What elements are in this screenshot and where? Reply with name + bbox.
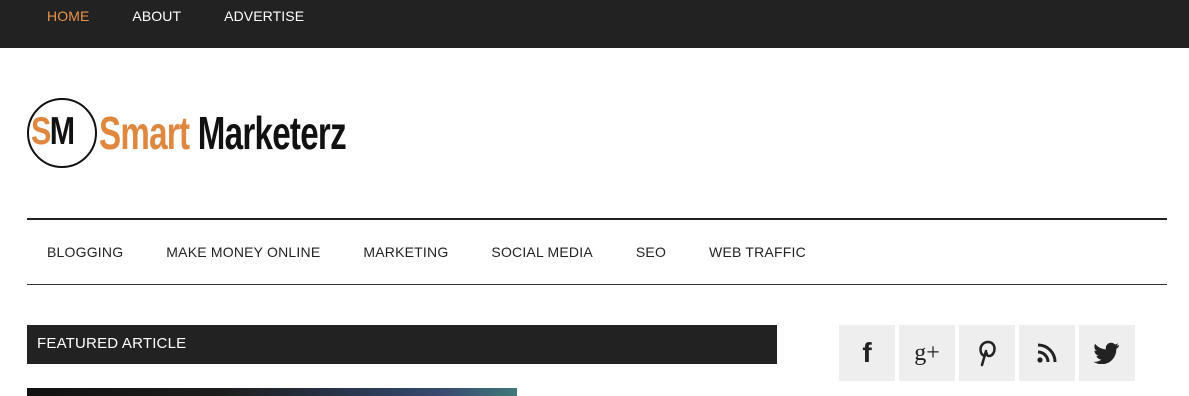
pinterest-glyph [979, 340, 996, 367]
logo-monogram: SM [31, 112, 86, 152]
main-nav-social-media[interactable]: SOCIAL MEDIA [491, 243, 592, 261]
site-logo[interactable]: SM Smart Marketerz [27, 98, 427, 168]
top-bar: HOME ABOUT ADVERTISE [0, 0, 1189, 48]
facebook-icon[interactable]: f [839, 325, 895, 381]
logo-wordmark: Smart Marketerz [99, 107, 347, 159]
featured-article-title: FEATURED ARTICLE [37, 335, 187, 352]
logo-monogram-m: M [49, 110, 75, 153]
main-nav-web-traffic[interactable]: WEB TRAFFIC [709, 243, 806, 261]
main-nav: BLOGGING MAKE MONEY ONLINE MARKETING SOC… [27, 218, 1167, 285]
rss-icon[interactable] [1019, 325, 1075, 381]
top-nav-home[interactable]: HOME [47, 7, 89, 25]
main-nav-seo[interactable]: SEO [636, 243, 666, 261]
twitter-icon[interactable] [1079, 325, 1135, 381]
logo-word-smart: Smart [99, 107, 190, 159]
main-nav-marketing[interactable]: MARKETING [363, 243, 448, 261]
top-nav: HOME ABOUT ADVERTISE [47, 7, 347, 25]
google-plus-glyph: g+ [914, 340, 940, 366]
top-nav-advertise[interactable]: ADVERTISE [224, 7, 304, 25]
social-icons: f g+ [839, 325, 1139, 381]
logo-word-marketerz: Marketerz [197, 107, 347, 159]
logo-monogram-s: S [31, 110, 51, 153]
top-nav-about[interactable]: ABOUT [132, 7, 181, 25]
facebook-glyph: f [862, 337, 872, 368]
featured-article-image[interactable] [27, 388, 517, 396]
twitter-glyph [1094, 342, 1119, 364]
main-nav-make-money-online[interactable]: MAKE MONEY ONLINE [166, 243, 320, 261]
rss-glyph [1037, 343, 1057, 363]
pinterest-icon[interactable] [959, 325, 1015, 381]
main-nav-blogging[interactable]: BLOGGING [47, 243, 123, 261]
featured-article-header: FEATURED ARTICLE [27, 325, 777, 364]
google-plus-icon[interactable]: g+ [899, 325, 955, 381]
